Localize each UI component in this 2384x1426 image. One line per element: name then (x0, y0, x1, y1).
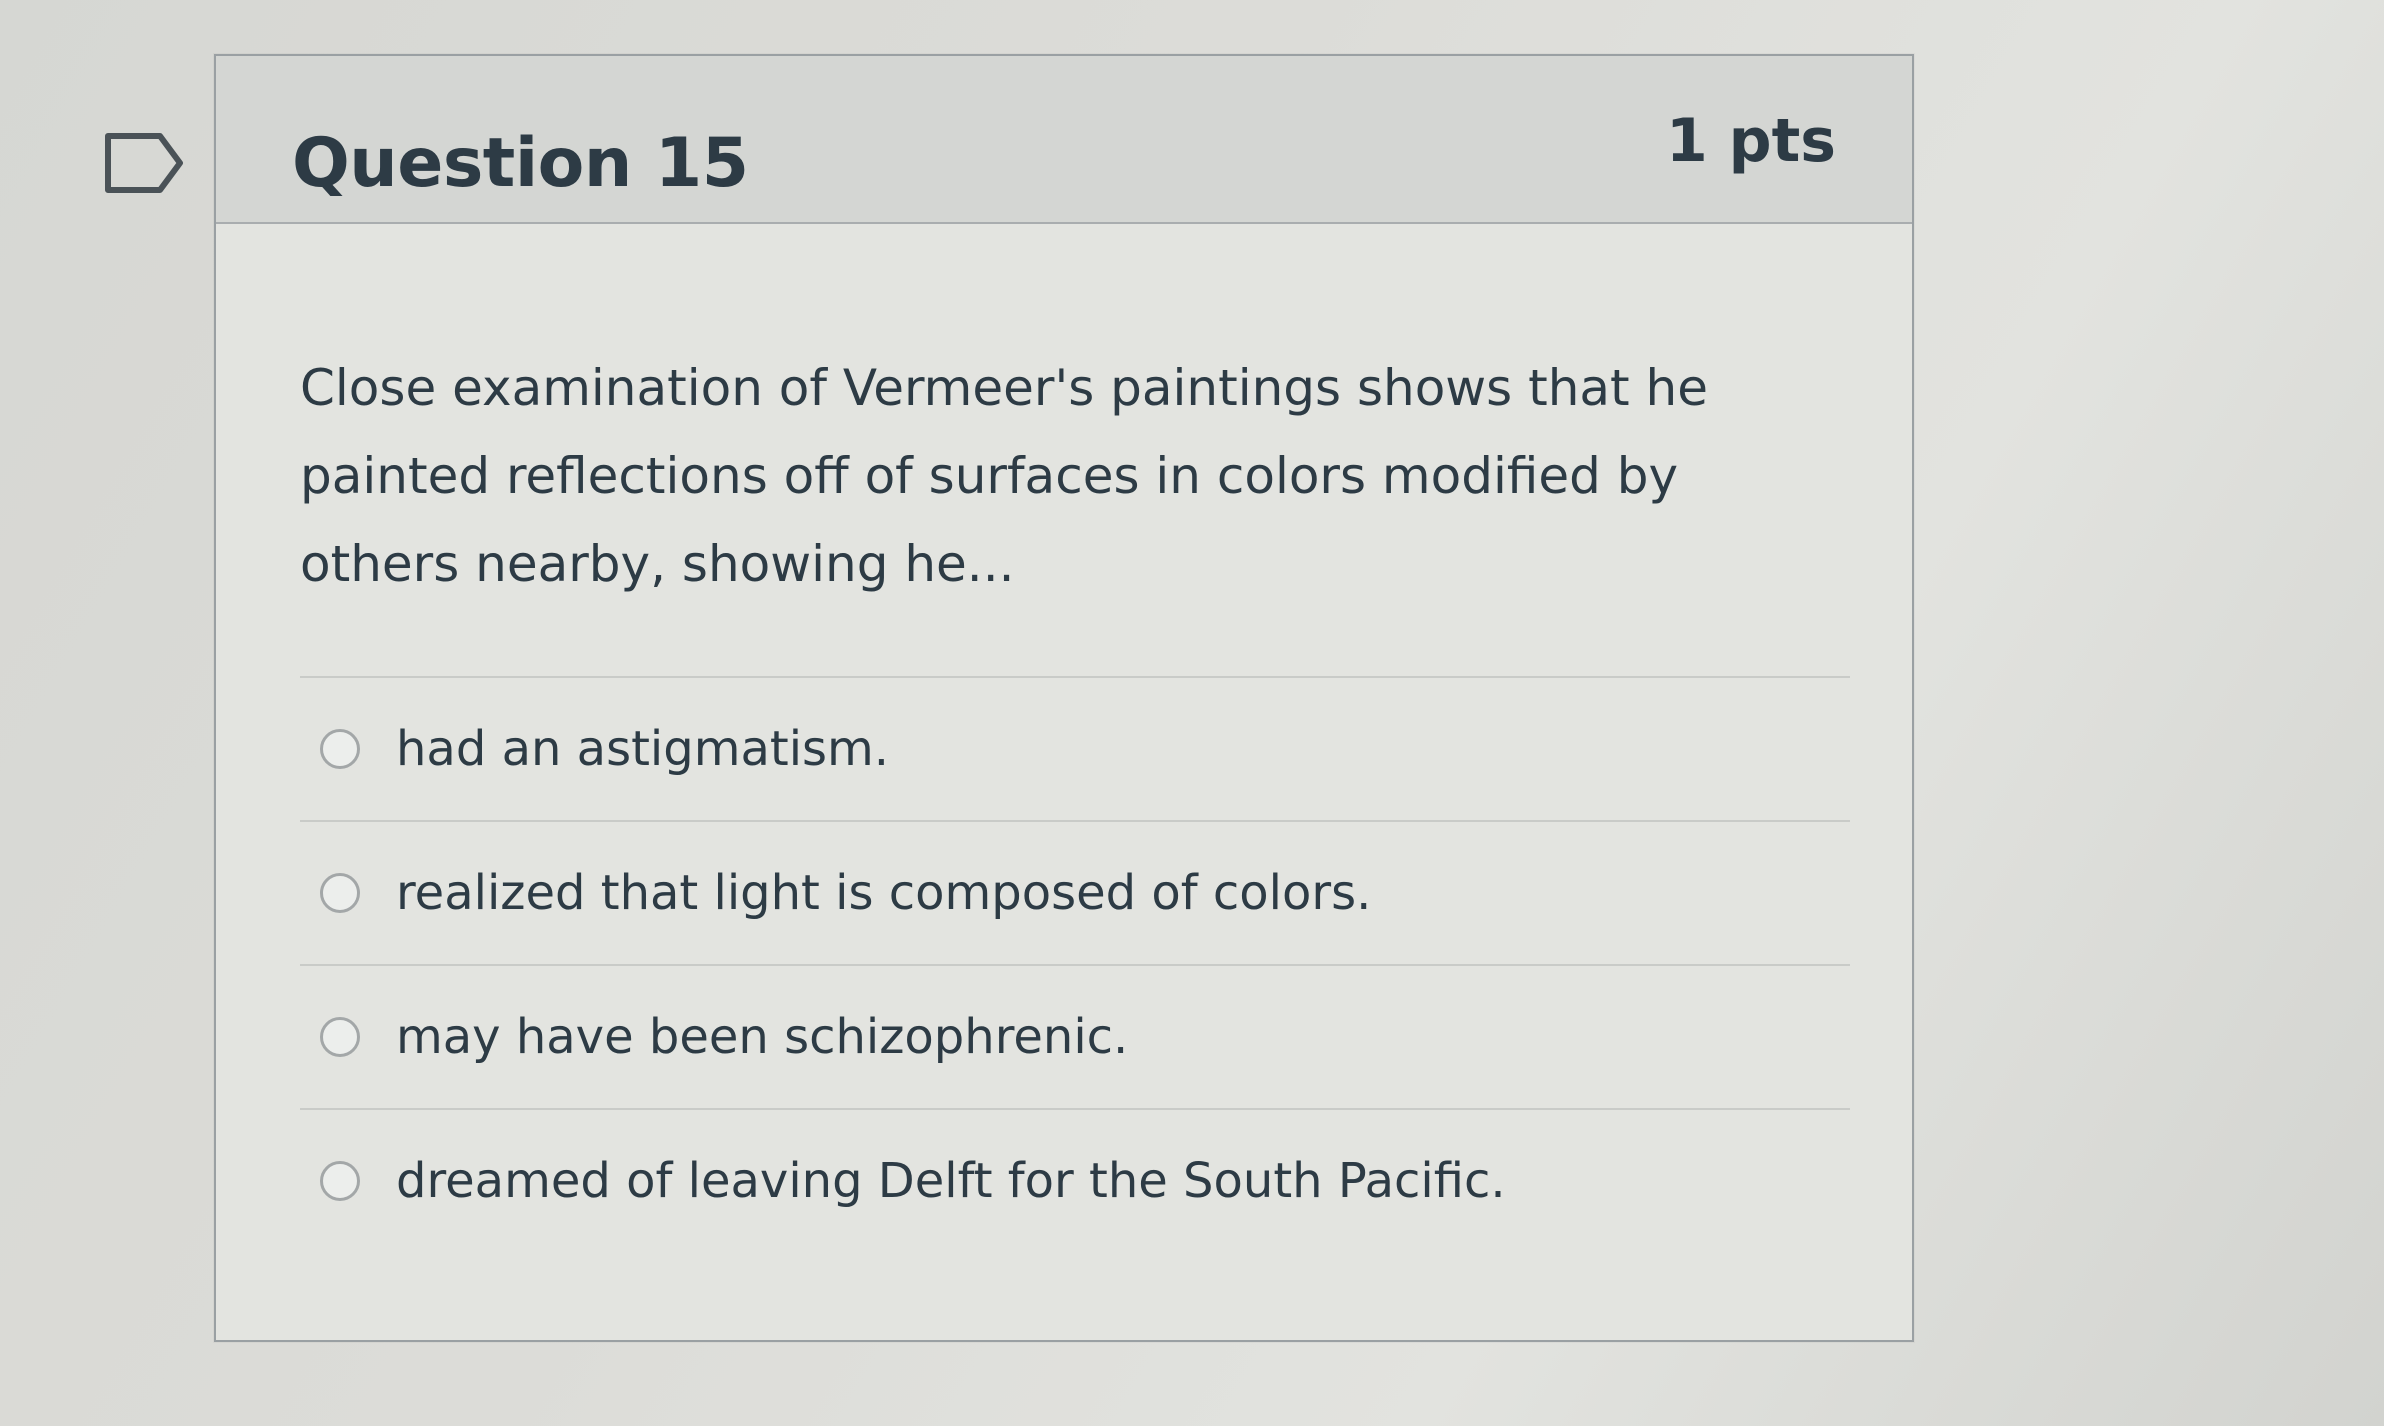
question-header: Question 15 1 pts (216, 56, 1912, 224)
radio-button[interactable] (320, 729, 360, 769)
answer-option-2[interactable]: realized that light is composed of color… (300, 820, 1850, 964)
answer-label[interactable]: realized that light is composed of color… (396, 865, 1371, 921)
answer-label[interactable]: may have been schizophrenic. (396, 1009, 1128, 1065)
radio-button[interactable] (320, 1017, 360, 1057)
answer-option-3[interactable]: may have been schizophrenic. (300, 964, 1850, 1108)
answer-option-4[interactable]: dreamed of leaving Delft for the South P… (300, 1108, 1850, 1252)
answer-option-1[interactable]: had an astigmatism. (300, 676, 1850, 820)
answer-label[interactable]: dreamed of leaving Delft for the South P… (396, 1153, 1506, 1209)
question-points: 1 pts (1666, 106, 1836, 176)
question-title: Question 15 (292, 124, 749, 203)
flag-question-icon[interactable] (104, 132, 184, 194)
question-text: Close examination of Vermeer's paintings… (300, 359, 1709, 593)
radio-button[interactable] (320, 1161, 360, 1201)
answer-list: had an astigmatism. realized that light … (300, 676, 1850, 1252)
answer-label[interactable]: had an astigmatism. (396, 721, 889, 777)
question-card: Question 15 1 pts Close examination of V… (214, 54, 1914, 1342)
radio-button[interactable] (320, 873, 360, 913)
